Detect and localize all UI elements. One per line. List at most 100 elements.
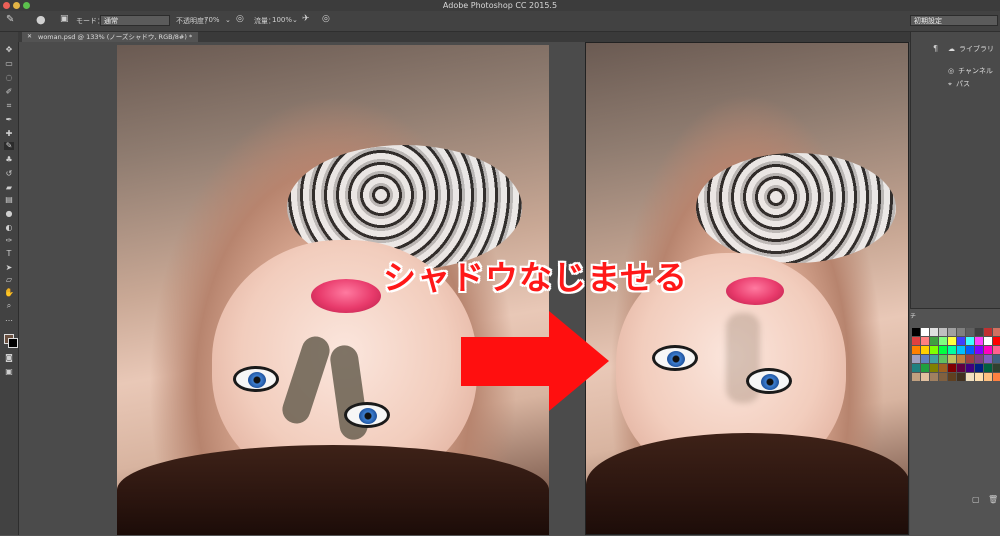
color-swatch[interactable] xyxy=(957,364,965,372)
marquee-tool-icon[interactable]: ▭ xyxy=(4,60,14,68)
color-swatch[interactable] xyxy=(948,364,956,372)
color-swatch[interactable] xyxy=(993,373,1000,381)
color-swatch[interactable] xyxy=(984,337,992,345)
brush-preset-picker[interactable]: ● xyxy=(36,13,46,26)
color-swatch[interactable] xyxy=(984,346,992,354)
color-swatch[interactable] xyxy=(939,364,947,372)
color-swatch[interactable] xyxy=(966,355,974,363)
color-swatch[interactable] xyxy=(993,328,1000,336)
workspace-select[interactable]: 初期設定 xyxy=(910,15,998,26)
type-tool-icon[interactable]: T xyxy=(4,250,14,258)
gradient-tool-icon[interactable]: ▤ xyxy=(4,196,14,204)
new-swatch-icon[interactable]: ▢ xyxy=(972,495,980,504)
color-swatch[interactable] xyxy=(993,355,1000,363)
color-swatch[interactable] xyxy=(930,328,938,336)
panel-channels[interactable]: ◎ チャンネル xyxy=(948,66,993,76)
color-swatch[interactable] xyxy=(921,373,929,381)
color-swatch[interactable] xyxy=(975,355,983,363)
color-swatch[interactable] xyxy=(912,346,920,354)
color-swatch[interactable] xyxy=(912,337,920,345)
color-swatch[interactable] xyxy=(912,355,920,363)
pressure-opacity-icon[interactable]: ◎ xyxy=(236,14,244,24)
color-swatch[interactable] xyxy=(966,346,974,354)
color-swatch[interactable] xyxy=(939,346,947,354)
dodge-tool-icon[interactable]: ◐ xyxy=(4,224,14,232)
color-swatch[interactable] xyxy=(957,337,965,345)
color-swatch[interactable] xyxy=(948,337,956,345)
opacity-input[interactable]: 70% xyxy=(204,16,220,24)
healing-brush-tool-icon[interactable]: ✚ xyxy=(4,130,14,138)
color-swatch[interactable] xyxy=(939,337,947,345)
screen-mode-icon[interactable]: ▣ xyxy=(4,368,14,376)
history-brush-tool-icon[interactable]: ↺ xyxy=(4,170,14,178)
color-swatch[interactable] xyxy=(993,364,1000,372)
color-swatch[interactable] xyxy=(948,328,956,336)
move-tool-icon[interactable]: ✥ xyxy=(4,46,14,54)
color-swatch[interactable] xyxy=(948,355,956,363)
color-swatch[interactable] xyxy=(948,346,956,354)
lasso-tool-icon[interactable]: ◌ xyxy=(4,74,14,82)
color-swatch[interactable] xyxy=(957,328,965,336)
mode-select[interactable]: 通常 xyxy=(100,15,170,26)
brush-tool-icon[interactable]: ✎ xyxy=(6,14,14,25)
color-swatch[interactable] xyxy=(993,346,1000,354)
close-window-button[interactable] xyxy=(3,2,10,9)
airbrush-icon[interactable]: ✈ xyxy=(302,14,310,24)
pen-tool-icon[interactable]: ✑ xyxy=(4,237,14,245)
color-swatch[interactable] xyxy=(975,373,983,381)
color-swatch[interactable] xyxy=(930,337,938,345)
color-swatch[interactable] xyxy=(930,364,938,372)
panel-collapse-icon[interactable]: ¶ xyxy=(933,44,938,53)
color-swatch[interactable] xyxy=(966,373,974,381)
color-swatch[interactable] xyxy=(912,373,920,381)
color-swatch[interactable] xyxy=(921,364,929,372)
color-swatch[interactable] xyxy=(912,328,920,336)
document-tab[interactable]: ✕ woman.psd @ 133% (ノーズシャドウ, RGB/8#) * xyxy=(22,32,199,42)
clone-stamp-tool-icon[interactable]: ♣ xyxy=(4,156,14,164)
eraser-tool-icon[interactable]: ▰ xyxy=(4,184,14,192)
color-swatch[interactable] xyxy=(966,328,974,336)
color-swatch[interactable] xyxy=(921,346,929,354)
color-swatch[interactable] xyxy=(930,346,938,354)
zoom-tool-icon[interactable]: ⌕ xyxy=(4,302,14,310)
color-swatch[interactable] xyxy=(912,364,920,372)
flow-dropdown-icon[interactable]: ⌄ xyxy=(292,16,298,24)
crop-tool-icon[interactable]: ⌗ xyxy=(4,102,14,110)
panel-paths[interactable]: ⌖ パス xyxy=(948,79,970,89)
color-swatch[interactable] xyxy=(921,337,929,345)
color-swatch[interactable] xyxy=(966,364,974,372)
background-color-swatch[interactable] xyxy=(8,338,18,348)
color-swatch[interactable] xyxy=(948,373,956,381)
color-swatch[interactable] xyxy=(975,337,983,345)
color-swatch[interactable] xyxy=(975,364,983,372)
color-swatch[interactable] xyxy=(921,355,929,363)
color-swatch[interactable] xyxy=(930,373,938,381)
path-select-tool-icon[interactable]: ➤ xyxy=(4,264,14,272)
pressure-size-icon[interactable]: ◎ xyxy=(322,14,330,24)
shape-tool-icon[interactable]: ▱ xyxy=(4,276,14,284)
color-swatch[interactable] xyxy=(939,355,947,363)
eyedropper-tool-icon[interactable]: ✒ xyxy=(4,116,14,124)
panel-libraries[interactable]: ☁ ライブラリ xyxy=(948,44,994,54)
color-swatch[interactable] xyxy=(921,328,929,336)
brush-panel-toggle-icon[interactable]: ▣ xyxy=(60,14,69,24)
color-swatch[interactable] xyxy=(957,373,965,381)
color-swatch[interactable] xyxy=(984,364,992,372)
quick-mask-icon[interactable]: ◙ xyxy=(4,354,14,362)
color-swatch[interactable] xyxy=(966,337,974,345)
color-swatch[interactable] xyxy=(975,328,983,336)
opacity-dropdown-icon[interactable]: ⌄ xyxy=(225,16,231,24)
color-swatch[interactable] xyxy=(939,328,947,336)
color-swatch[interactable] xyxy=(984,373,992,381)
minimize-window-button[interactable] xyxy=(13,2,20,9)
color-swatch[interactable] xyxy=(984,328,992,336)
delete-swatch-icon[interactable]: 🗑 xyxy=(988,495,998,504)
color-swatch[interactable] xyxy=(957,346,965,354)
color-swatch[interactable] xyxy=(984,355,992,363)
more-tools-icon[interactable]: … xyxy=(4,315,14,323)
swatches-tab-label[interactable]: チ xyxy=(910,311,916,320)
color-swatch[interactable] xyxy=(993,337,1000,345)
close-tab-icon[interactable]: ✕ xyxy=(27,32,32,42)
color-swatch[interactable] xyxy=(975,346,983,354)
color-swatch[interactable] xyxy=(939,373,947,381)
